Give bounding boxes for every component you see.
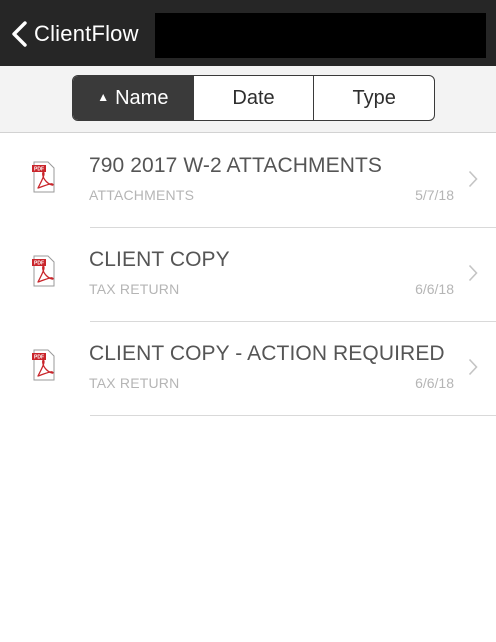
sort-ascending-icon: ▲ xyxy=(97,90,110,104)
chevron-right-icon xyxy=(468,264,478,282)
document-row[interactable]: PDF CLIENT COPY - ACTION REQUIRED TAX RE… xyxy=(0,322,496,416)
document-category: TAX RETURN xyxy=(89,375,180,391)
chevron-left-icon xyxy=(12,21,27,47)
document-row[interactable]: PDF CLIENT COPY TAX RETURN 6/6/18 xyxy=(0,228,496,322)
document-category: TAX RETURN xyxy=(89,281,180,297)
sort-by-type-tab[interactable]: Type xyxy=(313,76,434,120)
document-title: 790 2017 W-2 ATTACHMENTS xyxy=(89,154,382,177)
chevron-right-icon xyxy=(468,170,478,188)
back-button[interactable]: ClientFlow xyxy=(10,14,139,54)
document-date: 5/7/18 xyxy=(415,187,454,203)
sort-by-date-label: Date xyxy=(232,86,275,109)
pdf-icon: PDF xyxy=(32,161,55,193)
sort-bar: ▲ Name Date Type xyxy=(0,66,496,133)
document-date: 6/6/18 xyxy=(415,375,454,391)
sort-by-date-tab[interactable]: Date xyxy=(192,76,314,120)
document-title: CLIENT COPY xyxy=(89,248,230,271)
sort-by-name-tab[interactable]: ▲ Name xyxy=(73,76,193,120)
sort-segmented-control: ▲ Name Date Type xyxy=(72,75,435,121)
document-date: 6/6/18 xyxy=(415,281,454,297)
pdf-icon: PDF xyxy=(32,255,55,287)
document-list: PDF 790 2017 W-2 ATTACHMENTS ATTACHMENTS… xyxy=(0,134,496,416)
back-label: ClientFlow xyxy=(34,21,139,46)
document-title: CLIENT COPY - ACTION REQUIRED xyxy=(89,342,445,365)
top-navbar: ClientFlow xyxy=(0,0,496,66)
redacted-region xyxy=(155,13,486,58)
document-category: ATTACHMENTS xyxy=(89,187,195,203)
svg-text:PDF: PDF xyxy=(34,261,44,267)
app-screen: ClientFlow ▲ Name Date Type PDF 790 2017… xyxy=(0,0,496,642)
sort-by-type-label: Type xyxy=(352,86,396,109)
row-divider xyxy=(90,415,496,416)
svg-text:PDF: PDF xyxy=(34,355,44,361)
sort-by-name-label: Name xyxy=(115,86,169,109)
pdf-icon: PDF xyxy=(32,349,55,381)
chevron-right-icon xyxy=(468,358,478,376)
document-row[interactable]: PDF 790 2017 W-2 ATTACHMENTS ATTACHMENTS… xyxy=(0,134,496,228)
svg-text:PDF: PDF xyxy=(34,167,44,173)
